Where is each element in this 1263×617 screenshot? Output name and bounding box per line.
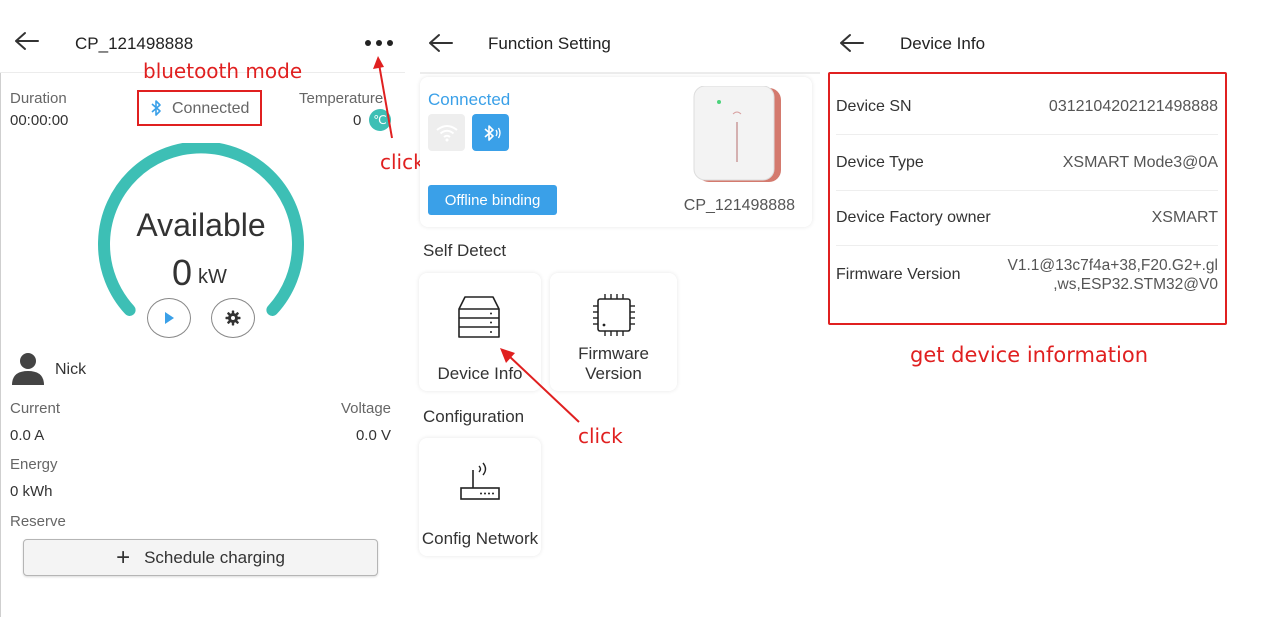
header-divider: [420, 72, 820, 74]
power-unit: kW: [198, 266, 227, 288]
info-row: Device SN 0312104202121498888: [836, 80, 1218, 135]
device-info-panel: Device Info Device SN 031210420212149888…: [825, 0, 1263, 617]
wifi-icon: [435, 124, 458, 141]
charger-panel: CP_121498888 bluetooth mode Duration 00:…: [0, 0, 425, 617]
schedule-charging-button[interactable]: + Schedule charging: [23, 539, 378, 576]
device-name: CP_121498888: [683, 197, 795, 214]
duration-value: 00:00:00: [10, 112, 69, 129]
page-title: Device Info: [900, 34, 986, 53]
info-value: V1.1@13c7f4a+38,F20.G2+.gl ,ws,ESP32.STM…: [1008, 256, 1219, 294]
plus-icon: +: [116, 543, 131, 571]
info-value: XSMART: [1151, 209, 1218, 226]
page-title: CP_121498888: [75, 34, 194, 53]
play-icon: [165, 312, 174, 324]
configuration-heading: Configuration: [423, 407, 525, 426]
gear-icon: [225, 310, 241, 326]
voltage-label: Voltage: [340, 400, 391, 417]
user-avatar-icon: [10, 350, 46, 391]
firmware-value-line1: V1.1@13c7f4a+38,F20.G2+.gl: [1007, 256, 1219, 274]
config-network-label: Config Network: [421, 529, 539, 548]
info-key: Device Factory owner: [836, 209, 991, 226]
annotation-arrow-menu: [370, 50, 400, 147]
device-card: Connected Offline binding CP_121498888: [420, 77, 812, 227]
annotation-bluetooth-mode: bluetooth mode: [143, 59, 303, 83]
self-detect-heading: Self Detect: [423, 241, 507, 260]
info-row: Device Type XSMART Mode3@0A: [836, 136, 1218, 191]
annotation-get-info: get device information: [910, 343, 1149, 367]
temperature-value: 0: [353, 112, 362, 129]
chip-icon: [592, 293, 636, 342]
start-charge-button[interactable]: [147, 298, 191, 338]
info-value: 0312104202121498888: [1048, 98, 1218, 115]
charger-device-image: [693, 85, 785, 189]
energy-label: Energy: [10, 456, 58, 473]
charger-settings-button[interactable]: [211, 298, 255, 338]
back-arrow-icon[interactable]: [428, 32, 454, 59]
info-key: Firmware Version: [836, 265, 961, 283]
config-network-tile[interactable]: Config Network: [419, 438, 541, 556]
user-name: Nick: [55, 361, 87, 378]
voltage-value: 0.0 V: [355, 427, 391, 444]
router-icon: [459, 460, 501, 507]
wifi-button[interactable]: [428, 114, 465, 151]
power-value: 0: [172, 252, 193, 293]
back-arrow-icon[interactable]: [839, 32, 865, 59]
duration-label: Duration: [10, 90, 67, 107]
offline-binding-button[interactable]: Offline binding: [428, 185, 557, 215]
bluetooth-icon: [483, 124, 501, 141]
current-label: Current: [10, 400, 61, 417]
back-arrow-icon[interactable]: [14, 30, 40, 58]
info-key: Device SN: [836, 98, 912, 115]
connection-status: Connected: [428, 90, 511, 109]
bluetooth-button[interactable]: [472, 114, 509, 151]
info-value: XSMART Mode3@0A: [1062, 154, 1218, 171]
info-row: Firmware Version V1.1@13c7f4a+38,F20.G2+…: [836, 246, 1218, 303]
server-icon: [455, 293, 503, 346]
firmware-value-line2: ,ws,ESP32.STM32@V0: [1053, 275, 1218, 293]
energy-value: 0 kWh: [10, 483, 53, 500]
current-value: 0.0 A: [10, 427, 45, 444]
annotation-click-2: click: [578, 424, 623, 448]
info-row: Device Factory owner XSMART: [836, 191, 1218, 246]
function-setting-panel: Function Setting Connected Offline bindi…: [405, 0, 825, 617]
device-info-table: Device SN 0312104202121498888 Device Typ…: [828, 72, 1227, 325]
page-title: Function Setting: [488, 34, 611, 53]
reserve-label: Reserve: [10, 513, 66, 530]
bluetooth-icon: [150, 99, 162, 122]
info-key: Device Type: [836, 154, 924, 171]
charger-status: Available: [136, 207, 266, 243]
schedule-charging-label: Schedule charging: [144, 547, 285, 567]
bluetooth-status: Connected: [172, 100, 250, 117]
